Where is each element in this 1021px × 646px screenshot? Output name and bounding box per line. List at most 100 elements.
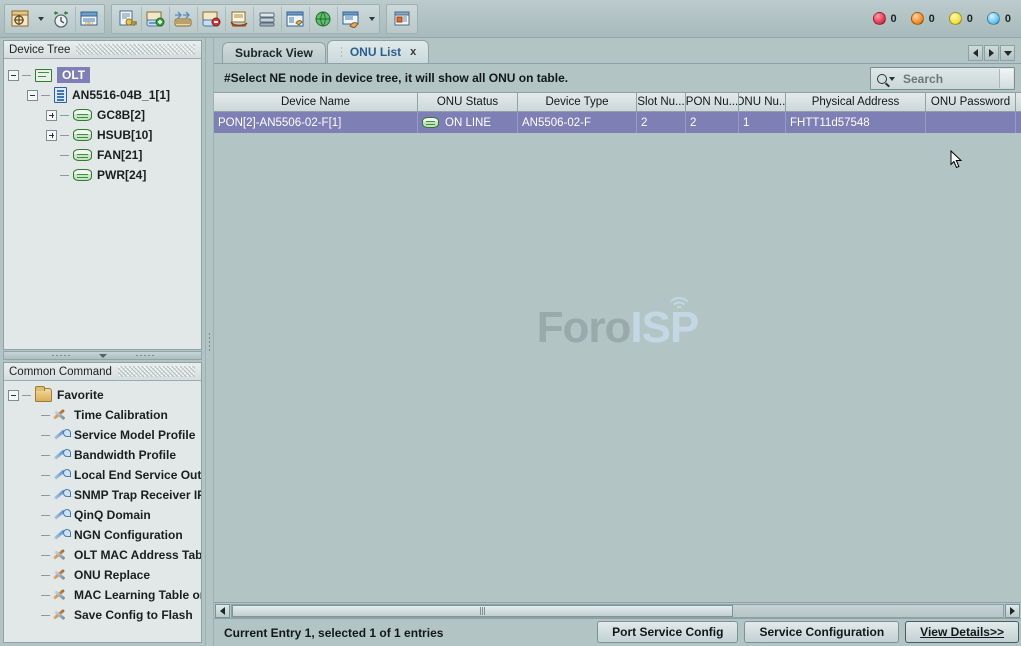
alarm-warning[interactable]: 0	[987, 12, 1011, 25]
command-connector	[41, 415, 50, 416]
alarm-card-icon[interactable]	[225, 6, 253, 32]
device-manager-dropdown-arrow[interactable]	[34, 6, 47, 32]
command-item-label: MAC Learning Table on P	[74, 588, 201, 602]
collapse-icon[interactable]	[27, 90, 38, 101]
tab-onu-list[interactable]: ONU List x	[327, 40, 429, 63]
globe-icon[interactable]	[309, 6, 337, 32]
expand-icon[interactable]	[46, 130, 57, 141]
alarm-major-dot	[911, 12, 924, 25]
scrollbar-thumb[interactable]	[232, 605, 733, 617]
tree-node-an5516-04b-1-1[interactable]: AN5516-04B_1[1]	[4, 85, 201, 105]
search-input[interactable]: Search	[870, 67, 1015, 90]
polling-clock-icon[interactable]	[47, 6, 75, 32]
tree-node-label: AN5516-04B_1[1]	[72, 88, 170, 102]
command-item-bandwidth-profile[interactable]: Bandwidth Profile	[4, 445, 201, 465]
scrollbar-track[interactable]	[231, 604, 1004, 618]
onu-list-icon[interactable]: onu	[75, 6, 103, 32]
chevron-down-icon[interactable]	[889, 77, 895, 81]
server-rack-icon[interactable]	[253, 6, 281, 32]
command-item-label: Bandwidth Profile	[74, 448, 176, 462]
command-item-onu-replace[interactable]: ONU Replace	[4, 565, 201, 585]
left-pane: Device Tree OLT AN5516-04B_1[1] GC8B[2]HSU…	[0, 38, 205, 646]
command-item-save-config-to-flash[interactable]: Save Config to Flash	[4, 605, 201, 625]
column-header-onu-status[interactable]: ONU Status	[418, 93, 518, 112]
tree-node-fan-21[interactable]: FAN[21]	[4, 145, 201, 165]
tab-list-dropdown-button[interactable]	[1000, 45, 1015, 61]
command-item-olt-mac-address-table[interactable]: OLT MAC Address Table	[4, 545, 201, 565]
alarm-counters: 0 0 0 0	[859, 0, 1012, 37]
command-item-local-end-service-outter[interactable]: Local End Service Outter	[4, 465, 201, 485]
device-tree-title: Device Tree	[9, 44, 70, 56]
tree-node-olt[interactable]: OLT	[4, 65, 201, 85]
tab-prev-button[interactable]	[968, 45, 983, 61]
collapse-icon[interactable]	[8, 390, 19, 401]
splitter-collapse-icon[interactable]	[99, 354, 107, 358]
alarm-minor[interactable]: 0	[949, 12, 973, 25]
view-details-label: View Details>>	[920, 625, 1004, 639]
column-header-pon-nu[interactable]: PON Nu...	[686, 93, 739, 112]
command-item-service-model-profile[interactable]: Service Model Profile	[4, 425, 201, 445]
alarm-critical-dot	[873, 12, 886, 25]
tree-node-label: FAN[21]	[97, 148, 142, 162]
command-item-mac-learning-table-on-p[interactable]: MAC Learning Table on P	[4, 585, 201, 605]
network-discovery-icon[interactable]	[169, 6, 197, 32]
tree-connector	[60, 135, 69, 136]
column-header-device-type[interactable]: Device Type	[518, 93, 637, 112]
command-item-time-calibration[interactable]: Time Calibration	[4, 405, 201, 425]
tree-node-pwr-24[interactable]: PWR[24]	[4, 165, 201, 185]
left-pane-splitter[interactable]	[3, 351, 202, 360]
search-field-nub	[999, 69, 1013, 88]
column-header-slot-nu[interactable]: Slot Nu...	[637, 93, 686, 112]
right-pane: Subrack View ONU List x #Select NE node …	[214, 38, 1021, 646]
command-item-snmp-trap-receiver-ip[interactable]: SNMP Trap Receiver IP	[4, 485, 201, 505]
close-icon[interactable]: x	[410, 46, 416, 58]
device-manager-icon[interactable]	[6, 6, 34, 32]
common-command-drag-grip[interactable]	[118, 366, 195, 377]
alarm-critical[interactable]: 0	[873, 12, 897, 25]
collapse-icon[interactable]	[8, 70, 19, 81]
table-row[interactable]: PON[2]-AN5506-02-F[1]ON LINEAN5506-02-F2…	[214, 112, 1021, 133]
tab-subrack-view[interactable]: Subrack View	[222, 42, 326, 63]
service-configuration-button[interactable]: Service Configuration	[744, 621, 899, 643]
alarm-major[interactable]: 0	[911, 12, 935, 25]
vertical-splitter[interactable]	[205, 38, 214, 646]
command-item-ngn-configuration[interactable]: NGN Configuration	[4, 525, 201, 545]
port-service-config-button[interactable]: Port Service Config	[597, 621, 738, 643]
scroll-right-button[interactable]	[1005, 604, 1020, 618]
config-icon[interactable]	[337, 6, 365, 32]
tab-next-button[interactable]	[984, 45, 999, 61]
expand-icon[interactable]	[46, 110, 57, 121]
olt-icon	[35, 69, 52, 82]
horizontal-scrollbar[interactable]	[214, 602, 1021, 618]
report-icon[interactable]	[281, 6, 309, 32]
window-icon[interactable]	[388, 6, 416, 32]
command-item-qinq-domain[interactable]: QinQ Domain	[4, 505, 201, 525]
column-header-blank[interactable]	[1016, 93, 1021, 112]
device-tree[interactable]: OLT AN5516-04B_1[1] GC8B[2]HSUB[10] FAN[21]…	[4, 59, 201, 349]
column-header-device-name[interactable]: Device Name	[214, 93, 418, 112]
wrench-icon	[54, 508, 69, 522]
column-header-physical-address[interactable]: Physical Address	[786, 93, 926, 112]
status-bar: Current Entry 1, selected 1 of 1 entries…	[214, 618, 1021, 646]
tree-node-hsub-10[interactable]: HSUB[10]	[4, 125, 201, 145]
tree-connector	[41, 95, 50, 96]
column-header-onu-password[interactable]: ONU Password	[926, 93, 1016, 112]
device-tree-drag-grip[interactable]	[76, 44, 195, 55]
auth-key-icon[interactable]	[113, 6, 141, 32]
view-details-button[interactable]: View Details>>	[905, 621, 1019, 643]
command-item-favorite[interactable]: Favorite	[4, 385, 201, 405]
tab-subrack-view-label: Subrack View	[235, 46, 313, 60]
svg-text:onu: onu	[85, 21, 94, 27]
ne-icon	[54, 87, 67, 103]
scroll-left-button[interactable]	[215, 604, 230, 618]
add-device-icon[interactable]	[141, 6, 169, 32]
column-header-onu-nu[interactable]: ONU Nu...	[739, 93, 786, 112]
table-body[interactable]: PON[2]-AN5506-02-F[1]ON LINEAN5506-02-F2…	[214, 112, 1021, 602]
delete-device-icon[interactable]	[197, 6, 225, 32]
common-command-list[interactable]: FavoriteTime CalibrationService Model Pr…	[4, 381, 201, 642]
config-dropdown-arrow[interactable]	[365, 6, 378, 32]
common-command-title-bar: Common Command	[4, 363, 201, 381]
hint-text: #Select NE node in device tree, it will …	[224, 71, 568, 85]
tree-node-gc8b-2[interactable]: GC8B[2]	[4, 105, 201, 125]
command-item-label: OLT MAC Address Table	[74, 548, 201, 562]
